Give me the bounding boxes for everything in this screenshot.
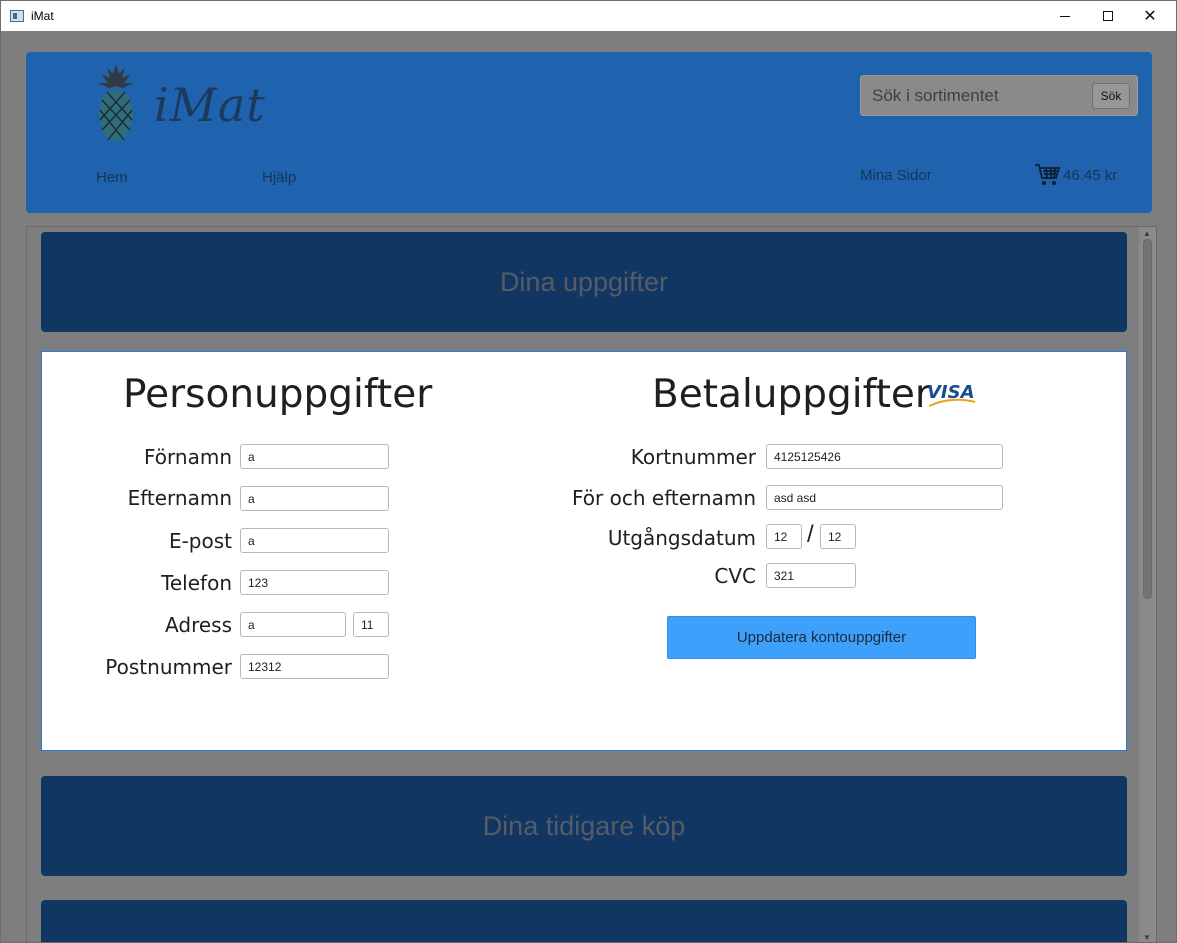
- lastname-label: Efternamn: [127, 486, 232, 510]
- scroll-up-icon[interactable]: ▲: [1143, 229, 1151, 238]
- account-info-panel: Personuppgifter Förnamn Efternamn E-post…: [41, 351, 1127, 751]
- phone-label: Telefon: [161, 571, 232, 595]
- expiry-separator: /: [807, 521, 814, 548]
- window-title: iMat: [31, 9, 54, 23]
- email-field[interactable]: [240, 528, 389, 553]
- section-header-info[interactable]: Dina uppgifter: [41, 232, 1127, 332]
- maximize-icon: [1103, 11, 1113, 21]
- nav-help-link[interactable]: Hjälp: [262, 169, 296, 186]
- header: iMat Sök Hem Hjälp Mina Sidor 46.45 kr: [26, 52, 1152, 213]
- expiry-year-field[interactable]: [820, 524, 856, 549]
- phone-field[interactable]: [240, 570, 389, 595]
- nav-home-link[interactable]: Hem: [96, 169, 128, 186]
- firstname-field[interactable]: [240, 444, 389, 469]
- card-number-field[interactable]: [766, 444, 1003, 469]
- shopping-cart-icon[interactable]: [1034, 163, 1060, 187]
- app-icon: [10, 10, 24, 22]
- maximize-button[interactable]: [1085, 1, 1131, 31]
- expiry-month-field[interactable]: [766, 524, 802, 549]
- scrollbar-thumb[interactable]: [1143, 239, 1152, 599]
- close-icon: ✕: [1143, 8, 1157, 25]
- section-header-next[interactable]: [41, 900, 1127, 942]
- search-input[interactable]: [861, 76, 1087, 115]
- scroll-down-icon[interactable]: ▼: [1143, 933, 1151, 942]
- visa-card-icon: VISA: [927, 382, 976, 407]
- minimize-button[interactable]: [1042, 1, 1088, 31]
- cvc-field[interactable]: [766, 563, 856, 588]
- section-header-history[interactable]: Dina tidigare köp: [41, 776, 1127, 876]
- postcode-field[interactable]: [240, 654, 389, 679]
- app-content: iMat Sök Hem Hjälp Mina Sidor 46.45 kr D…: [0, 31, 1177, 943]
- personal-heading: Personuppgifter: [123, 372, 433, 417]
- minimize-icon: [1060, 15, 1070, 17]
- update-account-button[interactable]: Uppdatera kontouppgifter: [667, 616, 976, 659]
- vertical-scrollbar[interactable]: ▲ ▼: [1139, 227, 1156, 942]
- address-number-field[interactable]: [353, 612, 389, 637]
- cart-total[interactable]: 46.45 kr: [1063, 167, 1117, 184]
- logo-text: iMat: [154, 78, 266, 132]
- cardholder-name-field[interactable]: [766, 485, 1003, 510]
- search-button[interactable]: Sök: [1092, 83, 1130, 109]
- pineapple-logo-icon: [98, 64, 134, 141]
- cvc-label: CVC: [714, 564, 756, 588]
- card-number-label: Kortnummer: [630, 445, 756, 469]
- cardholder-name-label: För och efternamn: [572, 486, 756, 510]
- window-titlebar: iMat ✕: [0, 0, 1177, 31]
- address-label: Adress: [165, 613, 232, 637]
- email-label: E-post: [168, 529, 232, 553]
- nav-my-pages-link[interactable]: Mina Sidor: [860, 167, 932, 184]
- search-box: Sök: [860, 75, 1138, 116]
- firstname-label: Förnamn: [144, 445, 232, 469]
- postcode-label: Postnummer: [105, 655, 232, 679]
- close-button[interactable]: ✕: [1127, 1, 1173, 31]
- lastname-field[interactable]: [240, 486, 389, 511]
- main-scroll-area[interactable]: Dina uppgifter Personuppgifter Förnamn E…: [26, 226, 1157, 943]
- payment-heading: Betaluppgifter: [652, 372, 931, 417]
- address-field[interactable]: [240, 612, 346, 637]
- expiry-label: Utgångsdatum: [607, 526, 756, 550]
